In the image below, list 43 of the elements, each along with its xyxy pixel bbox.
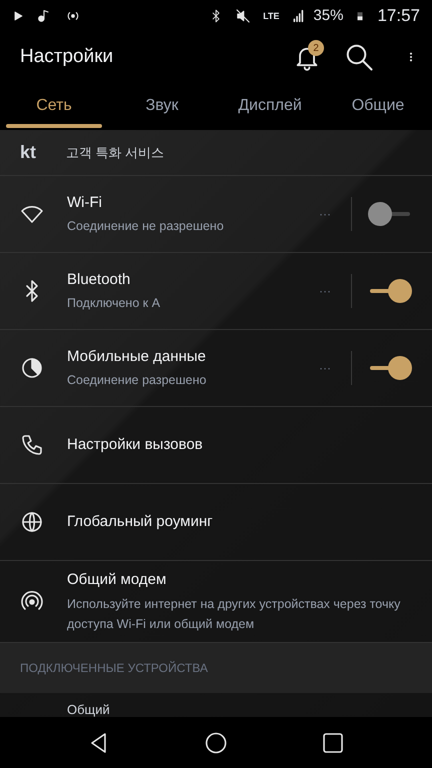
tab[interactable]: Сеть [0,82,108,130]
home-icon[interactable] [204,730,228,754]
menu-item-title: 고객 특화 서비스 [66,144,164,162]
section-header: ПОДКЛЮЧЕННЫЕ УСТРОЙСТВА [20,660,208,677]
item-title: Общий модем [67,570,168,590]
screen-title: Настройки [20,44,114,69]
mute-icon [235,8,252,24]
item-subtitle: Используйте интернет на других устройствах через точку доступа Wi-Fi или общий модем [67,596,402,633]
toggle-switch[interactable] [368,202,412,226]
play-icon [12,10,24,22]
more-options-button[interactable]: ··· [315,205,335,223]
search-icon[interactable] [344,42,374,72]
tab[interactable]: Звук [108,82,216,130]
item-title: Wi-Fi [67,192,103,213]
item-title: Глобальный роуминг [67,512,214,532]
settings-row[interactable]: Глобальный роуминг [0,484,432,561]
toggle-switch[interactable] [368,279,412,303]
toggle-switch[interactable] [368,356,412,380]
more-options-button[interactable]: ··· [315,282,335,300]
settings-row[interactable]: Настройки вызовов [0,407,432,484]
settings-row[interactable]: Мобильные данные Соединение разрешено ··· [0,330,432,407]
settings-row[interactable]: Bluetooth Подключено к A ··· [0,253,432,330]
item-title: Bluetooth [67,270,132,290]
settings-row[interactable]: Wi-Fi Соединение не разрешено ··· [0,176,432,253]
globe-icon [20,510,44,534]
recents-icon[interactable] [321,730,346,754]
half-circle-icon [20,356,44,380]
item-subtitle: Соединение не разрешено [67,218,225,236]
item-subtitle: Соединение разрешено [67,372,208,390]
item-title: Настройки вызовов [67,434,204,455]
item-title: Общий [67,703,110,717]
notification-badge: 2 [308,40,324,56]
carrier-logo: kt [20,141,38,164]
battery-level: 35% [313,6,344,26]
item-title: Мобильные данные [67,346,207,367]
more-options-button[interactable]: ··· [315,359,335,377]
item-subtitle: Подключено к A [67,295,162,312]
phone-icon [20,433,44,457]
tab[interactable]: Дисплей [216,82,324,130]
notifications-button[interactable]: 2 [290,40,324,74]
tab[interactable]: Общие [324,82,432,130]
clock: 17:57 [377,5,420,28]
network-type: LTE [263,12,280,20]
